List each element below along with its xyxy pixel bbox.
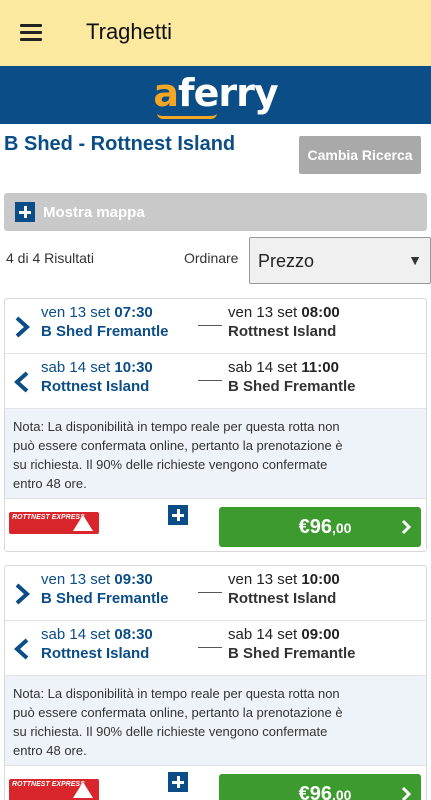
results-count: 4 di 4 Risultati <box>6 250 94 266</box>
operator-logo: ROTTNEST EXPRESS <box>9 779 99 800</box>
plus-icon[interactable] <box>168 505 188 525</box>
departure-port: Rottnest Island <box>41 378 150 395</box>
chevron-right-icon <box>15 583 30 605</box>
departure-port: Rottnest Island <box>41 645 150 662</box>
departure-datetime: sab 14 set 10:30 <box>41 359 153 376</box>
sort-value: Prezzo <box>258 251 315 271</box>
operator-logo: ROTTNEST EXPRESS <box>9 512 99 534</box>
leg-connector <box>198 325 222 326</box>
price-label: €96,00 <box>298 782 352 800</box>
caret-down-icon: ▼ <box>408 252 422 268</box>
purchase-row: ROTTNEST EXPRESS €96,00 <box>5 499 426 551</box>
departure-datetime: ven 13 set 07:30 <box>41 304 153 321</box>
plus-icon <box>15 202 35 222</box>
result-card: ven 13 set 07:30 B Shed Fremantle ven 13… <box>4 298 427 552</box>
app-title: Traghetti <box>86 19 173 44</box>
departure-port: B Shed Fremantle <box>41 590 169 607</box>
app-bar: Traghetti <box>0 0 431 66</box>
sort-label: Ordinare <box>184 250 239 266</box>
outbound-leg[interactable]: ven 13 set 07:30 B Shed Fremantle ven 13… <box>5 299 426 354</box>
arrival-datetime: sab 14 set 09:00 <box>228 626 340 643</box>
chevron-right-icon <box>401 519 411 535</box>
price-label: €96,00 <box>298 515 352 538</box>
return-leg[interactable]: sab 14 set 08:30 Rottnest Island sab 14 … <box>5 621 426 676</box>
price-button[interactable]: €96,00 <box>219 774 421 800</box>
results-toolbar: 4 di 4 Risultati Ordinare Prezzo ▼ <box>0 237 431 285</box>
sort-select[interactable]: Prezzo ▼ <box>249 237 431 284</box>
change-search-button[interactable]: Cambia Ricerca <box>299 136 421 174</box>
purchase-row: ROTTNEST EXPRESS €96,00 <box>5 766 426 800</box>
arrival-port: Rottnest Island <box>228 590 337 607</box>
menu-icon[interactable] <box>20 24 42 42</box>
leg-connector <box>198 647 222 648</box>
route-header: B Shed - Rottnest Island Cambia Ricerca <box>0 124 431 184</box>
brand-bar: aferry <box>0 66 431 124</box>
chevron-left-icon <box>14 371 29 393</box>
arrival-port: B Shed Fremantle <box>228 645 356 662</box>
arrival-port: B Shed Fremantle <box>228 378 356 395</box>
price-button[interactable]: €96,00 <box>219 507 421 547</box>
chevron-right-icon <box>401 786 411 800</box>
plus-icon[interactable] <box>168 772 188 792</box>
availability-note: Nota: La disponibilità in tempo reale pe… <box>5 409 426 499</box>
availability-note: Nota: La disponibilità in tempo reale pe… <box>5 676 426 766</box>
aferry-logo[interactable]: aferry <box>153 71 279 119</box>
return-leg[interactable]: sab 14 set 10:30 Rottnest Island sab 14 … <box>5 354 426 409</box>
show-map-label: Mostra mappa <box>43 203 145 221</box>
chevron-right-icon <box>15 316 30 338</box>
departure-datetime: sab 14 set 08:30 <box>41 626 153 643</box>
route-title: B Shed - Rottnest Island <box>4 133 236 155</box>
leg-connector <box>198 380 222 381</box>
arrival-port: Rottnest Island <box>228 323 337 340</box>
arrival-datetime: sab 14 set 11:00 <box>228 359 339 376</box>
arrival-datetime: ven 13 set 10:00 <box>228 571 340 588</box>
show-map-button[interactable]: Mostra mappa <box>4 193 427 231</box>
chevron-left-icon <box>14 638 29 660</box>
departure-datetime: ven 13 set 09:30 <box>41 571 153 588</box>
arrival-datetime: ven 13 set 08:00 <box>228 304 340 321</box>
result-card: ven 13 set 09:30 B Shed Fremantle ven 13… <box>4 565 427 800</box>
leg-connector <box>198 592 222 593</box>
outbound-leg[interactable]: ven 13 set 09:30 B Shed Fremantle ven 13… <box>5 566 426 621</box>
departure-port: B Shed Fremantle <box>41 323 169 340</box>
